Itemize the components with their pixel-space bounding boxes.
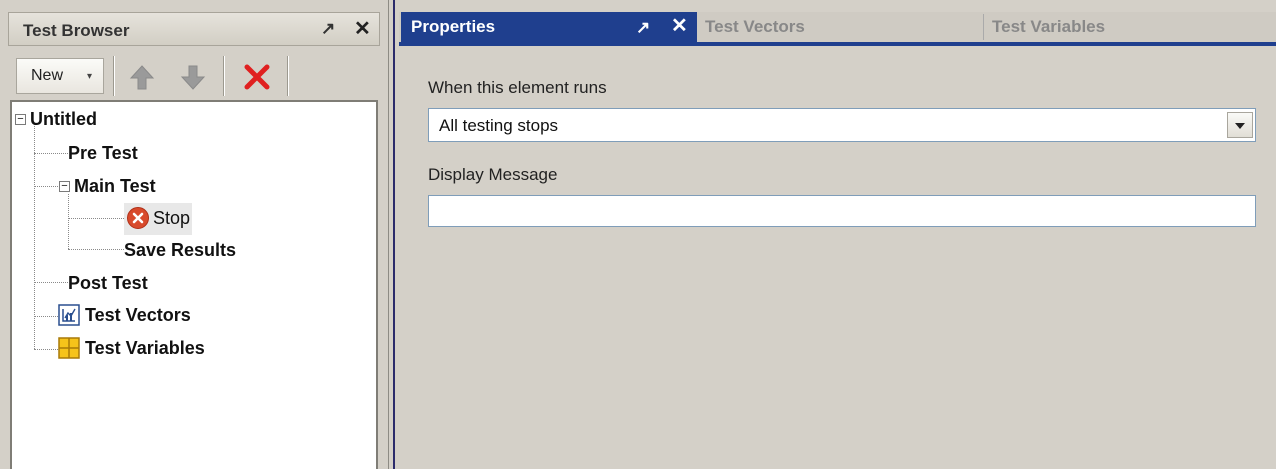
test-browser-toolbar: New ▾	[10, 52, 376, 100]
close-icon[interactable]: ✕	[354, 19, 371, 39]
tree-item-stop[interactable]: Stop	[153, 204, 190, 232]
panel-splitter[interactable]	[385, 0, 399, 469]
tab-properties[interactable]: Properties ↗ ✕	[401, 12, 697, 42]
tab-test-vectors[interactable]: Test Vectors	[697, 12, 983, 42]
pin-icon[interactable]: ↗	[321, 19, 335, 39]
test-browser-panel: Test Browser ↗ ✕ New ▾ − Untitled Pre Te…	[0, 0, 385, 469]
tree-item-pre-test[interactable]: Pre Test	[68, 139, 138, 167]
toolbar-separator	[287, 56, 289, 96]
collapse-icon[interactable]: −	[15, 114, 26, 125]
display-message-input[interactable]	[428, 195, 1256, 227]
when-element-runs-select[interactable]: All testing stops	[428, 108, 1256, 142]
tree-item-untitled[interactable]: Untitled	[30, 105, 97, 133]
tree-item-test-variables[interactable]: Test Variables	[85, 334, 205, 362]
tree-item-main-test[interactable]: Main Test	[74, 172, 156, 200]
tab-test-variables-label: Test Variables	[992, 17, 1106, 36]
tab-properties-label: Properties	[411, 17, 496, 36]
tree-item-save-results[interactable]: Save Results	[124, 236, 236, 264]
pin-icon[interactable]: ↗	[636, 18, 650, 38]
chevron-down-icon[interactable]	[1227, 112, 1253, 138]
delete-icon[interactable]	[242, 62, 272, 92]
properties-panel: Properties ↗ ✕ Test Vectors Test Variabl…	[399, 0, 1276, 469]
test-browser-title: Test Browser	[23, 21, 130, 40]
when-element-runs-value: All testing stops	[439, 116, 559, 135]
test-browser-titlebar: Test Browser ↗ ✕	[8, 12, 380, 46]
test-variables-icon	[58, 337, 80, 359]
test-tree: − Untitled Pre Test − Main Test Stop Sav…	[10, 100, 378, 469]
test-vectors-icon	[58, 304, 80, 326]
tab-test-vectors-label: Test Vectors	[705, 17, 805, 36]
tree-item-post-test[interactable]: Post Test	[68, 269, 148, 297]
toolbar-separator	[223, 56, 225, 96]
arrow-down-icon[interactable]	[178, 62, 208, 92]
tab-test-variables[interactable]: Test Variables	[984, 12, 1276, 42]
chevron-down-icon: ▾	[87, 71, 93, 82]
toolbar-separator	[113, 56, 115, 96]
new-button[interactable]: New ▾	[16, 58, 104, 94]
tab-bar: Properties ↗ ✕ Test Vectors Test Variabl…	[399, 12, 1276, 42]
display-message-label: Display Message	[428, 165, 558, 184]
collapse-icon[interactable]: −	[59, 181, 70, 192]
stop-icon	[127, 207, 149, 229]
tree-item-test-vectors[interactable]: Test Vectors	[85, 301, 191, 329]
when-element-runs-label: When this element runs	[428, 78, 607, 97]
new-button-label: New	[31, 67, 64, 84]
properties-content: When this element runs All testing stops…	[399, 46, 1276, 469]
close-icon[interactable]: ✕	[671, 16, 688, 36]
arrow-up-icon[interactable]	[127, 62, 157, 92]
